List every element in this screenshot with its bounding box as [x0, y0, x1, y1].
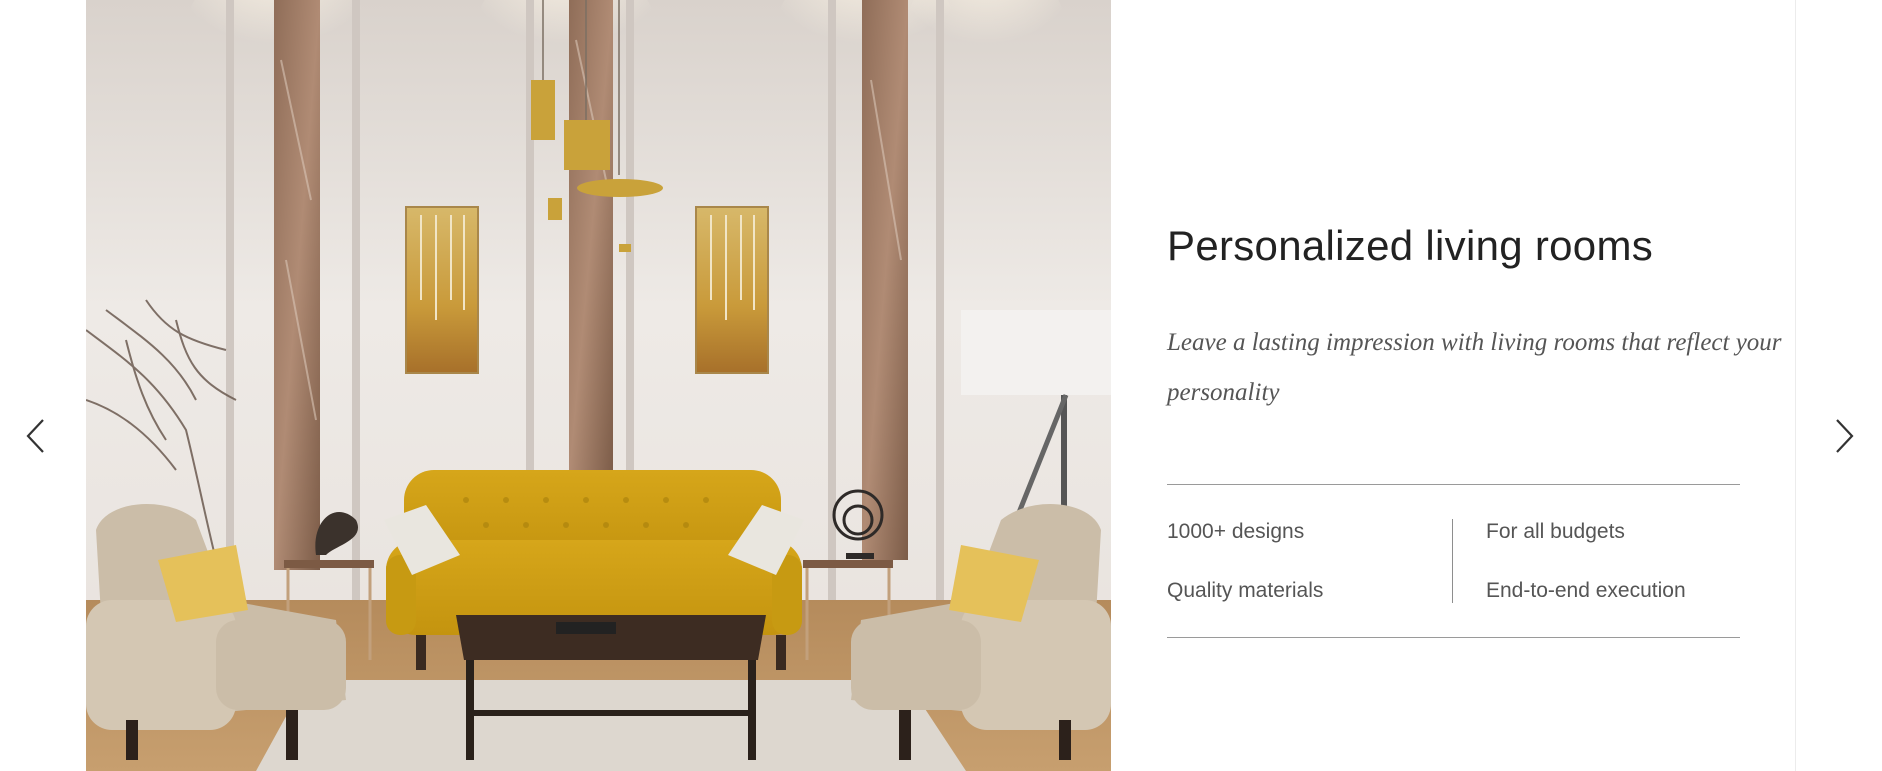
- divider-bottom: [1167, 637, 1740, 638]
- chevron-left-icon: [26, 419, 44, 453]
- divider-top: [1167, 484, 1740, 485]
- feature-budgets: For all budgets: [1486, 520, 1625, 543]
- chevron-right-icon: [1836, 419, 1854, 453]
- page-title: Personalized living rooms: [1167, 222, 1654, 269]
- prev-slide-button[interactable]: [16, 412, 56, 460]
- carousel-slide: Personalized living rooms Leave a lastin…: [0, 0, 1882, 771]
- subtitle: Leave a lasting impression with living r…: [1167, 329, 1782, 406]
- next-slide-button[interactable]: [1824, 412, 1864, 460]
- feature-designs: 1000+ designs: [1167, 520, 1305, 543]
- feature-execution: End-to-end execution: [1486, 579, 1686, 602]
- living-room-image: [86, 0, 1111, 771]
- feature-materials: Quality materials: [1167, 579, 1324, 602]
- info-card: Personalized living rooms Leave a lastin…: [1111, 0, 1796, 771]
- feature-divider: [1452, 519, 1453, 603]
